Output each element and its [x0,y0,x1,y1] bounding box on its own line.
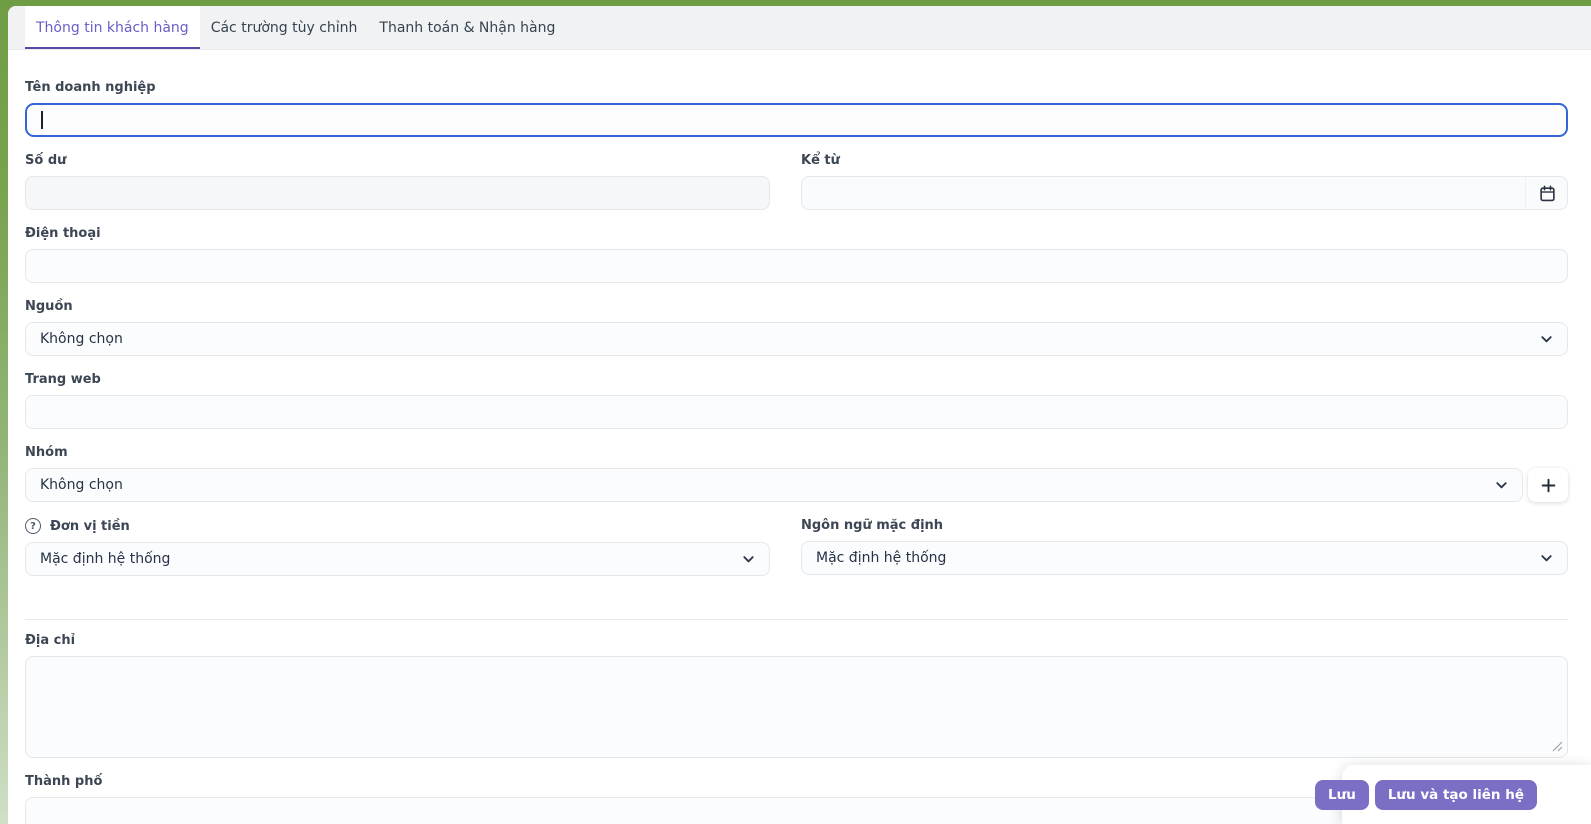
groups-row: Không chọn [25,468,1568,502]
form-tabs: Thông tin khách hàng Các trường tùy chỉn… [8,6,1591,50]
chevron-down-icon [1539,551,1554,566]
address-textarea[interactable] [25,656,1568,758]
company-label: Tên doanh nghiệp [25,80,156,95]
save-button[interactable]: Lưu [1315,779,1369,810]
add-group-button[interactable] [1528,468,1568,502]
currency-select[interactable]: Mặc định hệ thống [25,542,770,576]
groups-select-value: Không chọn [40,477,123,493]
website-label: Trang web [25,372,101,387]
row-currency-language: ? Đơn vị tiền Mặc định hệ thống Ngôn ngữ… [25,518,1568,576]
balance-input[interactable] [25,176,770,210]
tab-customer-info-label: Thông tin khách hàng [36,19,189,36]
source-select-value: Không chọn [40,331,123,347]
chevron-down-icon [1539,332,1554,347]
address-textarea-wrap [25,656,1568,758]
tab-billing-shipping-label: Thanh toán & Nhận hàng [379,19,556,36]
language-label: Ngôn ngữ mặc định [801,518,944,533]
field-source: Nguồn Không chọn [25,299,1568,356]
calendar-icon[interactable] [1525,177,1568,209]
phone-label: Điện thoại [25,226,101,241]
help-icon[interactable]: ? [25,518,41,534]
section-divider [25,619,1568,620]
source-label: Nguồn [25,299,73,314]
tab-billing-shipping[interactable]: Thanh toán & Nhận hàng [368,6,566,49]
since-date-wrap [801,176,1568,210]
field-address: Địa chỉ [25,633,1568,758]
field-language: Ngôn ngữ mặc định Mặc định hệ thống [801,518,1568,576]
tab-custom-fields[interactable]: Các trường tùy chỉnh [200,6,369,49]
language-select[interactable]: Mặc định hệ thống [801,541,1568,575]
chevron-down-icon [1494,478,1509,493]
text-caret [41,111,43,129]
save-and-create-contact-button[interactable]: Lưu và tạo liên hệ [1374,779,1537,810]
currency-label: Đơn vị tiền [50,518,130,534]
field-groups: Nhóm Không chọn [25,445,1568,502]
website-input[interactable] [25,395,1568,429]
field-phone: Điện thoại [25,226,1568,283]
field-currency: ? Đơn vị tiền Mặc định hệ thống [25,518,770,576]
save-action-bar: Lưu Lưu và tạo liên hệ [1315,765,1591,824]
chevron-down-icon [741,552,756,567]
currency-label-row: ? Đơn vị tiền [25,518,770,534]
plus-icon [1540,477,1557,494]
language-select-value: Mặc định hệ thống [816,550,947,566]
tab-custom-fields-label: Các trường tùy chỉnh [210,19,358,36]
field-balance: Số dư [25,153,770,210]
field-company: Tên doanh nghiệp [25,80,1568,137]
since-date-input[interactable] [801,176,1568,210]
field-website: Trang web [25,372,1568,429]
currency-select-value: Mặc định hệ thống [40,551,171,567]
since-label: Kể từ [801,153,840,168]
company-input-wrap [25,103,1568,137]
balance-label: Số dư [25,153,67,168]
phone-input[interactable] [25,249,1568,283]
customer-form-panel: Thông tin khách hàng Các trường tùy chỉn… [8,6,1591,824]
field-since: Kể từ [801,153,1568,210]
form-content: Tên doanh nghiệp Số dư Kể từ Điện thoại … [8,50,1591,824]
row-balance-since: Số dư Kể từ [25,153,1568,210]
groups-label: Nhóm [25,445,68,460]
tab-customer-info[interactable]: Thông tin khách hàng [25,6,200,49]
groups-select[interactable]: Không chọn [25,468,1523,502]
address-label: Địa chỉ [25,633,76,648]
company-input[interactable] [27,105,1566,135]
source-select[interactable]: Không chọn [25,322,1568,356]
